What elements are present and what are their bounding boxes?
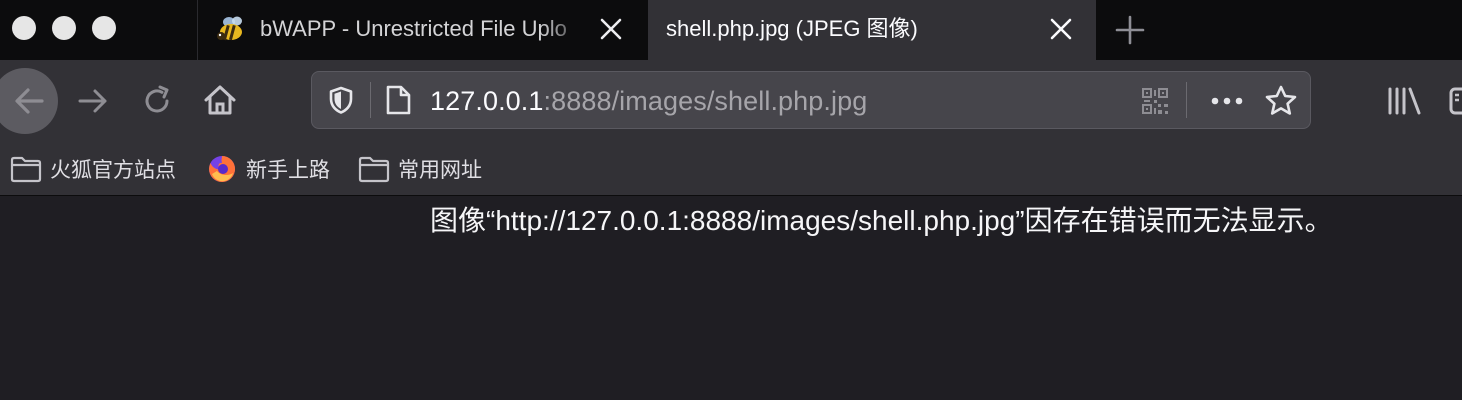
folder-icon — [10, 154, 42, 184]
window-maximize-button[interactable] — [92, 16, 116, 40]
home-button[interactable] — [200, 80, 240, 120]
bookmark-label: 火狐官方站点 — [50, 159, 176, 182]
page-icon[interactable] — [384, 84, 412, 116]
more-icon[interactable] — [1210, 86, 1244, 116]
back-button[interactable] — [0, 68, 58, 134]
bookmark-label: 常用网址 — [398, 159, 482, 182]
window-minimize-button[interactable] — [52, 16, 76, 40]
image-error-message: 图像“http://127.0.0.1:8888/images/shell.ph… — [430, 205, 1333, 236]
star-icon[interactable] — [1264, 84, 1298, 118]
reload-button[interactable] — [138, 82, 176, 120]
folder-icon — [358, 154, 390, 184]
close-icon[interactable] — [1048, 16, 1074, 42]
url-path: :8888/images/shell.php.jpg — [543, 86, 868, 116]
close-icon[interactable] — [598, 16, 624, 42]
sidebar-button[interactable] — [1446, 82, 1462, 120]
bookmark-label: 新手上路 — [246, 159, 330, 182]
bookmark-getting-started[interactable]: 新手上路 — [206, 142, 330, 196]
plus-icon — [1115, 15, 1145, 45]
firefox-icon — [206, 154, 238, 184]
url-bar[interactable]: 127.0.0.1:8888/images/shell.php.jpg — [311, 71, 1311, 129]
reload-icon — [145, 85, 169, 113]
tab-bwapp[interactable]: bWAPP - Unrestricted File Uplo — [198, 0, 648, 60]
tab-title: bWAPP - Unrestricted File Uplo — [260, 16, 567, 41]
bee-icon — [216, 14, 248, 44]
url-divider — [1186, 82, 1187, 118]
forward-arrow-icon — [78, 89, 107, 113]
shield-icon[interactable] — [326, 85, 356, 115]
browser-window: bWAPP - Unrestricted File Uplo shell.php… — [0, 0, 1462, 400]
window-close-button[interactable] — [12, 16, 36, 40]
library-button[interactable] — [1384, 82, 1424, 120]
back-arrow-icon — [15, 88, 44, 114]
forward-button[interactable] — [74, 82, 112, 120]
bookmarks-toolbar: 火狐官方站点 新手上路 常用网址 — [0, 142, 1462, 196]
bookmark-folder-official[interactable]: 火狐官方站点 — [10, 142, 176, 196]
new-tab-button[interactable] — [1114, 14, 1146, 46]
bookmark-folder-common[interactable]: 常用网址 — [358, 142, 482, 196]
home-icon — [204, 85, 236, 115]
nav-toolbar: 127.0.0.1:8888/images/shell.php.jpg — [0, 60, 1462, 142]
page-content: 图像“http://127.0.0.1:8888/images/shell.ph… — [0, 196, 1462, 400]
tab-shell-jpg[interactable]: shell.php.jpg (JPEG 图像) — [648, 0, 1096, 60]
tab-strip: bWAPP - Unrestricted File Uplo shell.php… — [0, 0, 1462, 60]
sidebar-icon — [1449, 87, 1462, 115]
url-host: 127.0.0.1 — [430, 86, 544, 116]
tab-title: shell.php.jpg (JPEG 图像) — [666, 16, 918, 41]
url-text[interactable]: 127.0.0.1:8888/images/shell.php.jpg — [430, 86, 867, 116]
library-icon — [1388, 87, 1421, 115]
qr-code-icon[interactable] — [1140, 86, 1170, 116]
url-divider — [370, 82, 371, 118]
